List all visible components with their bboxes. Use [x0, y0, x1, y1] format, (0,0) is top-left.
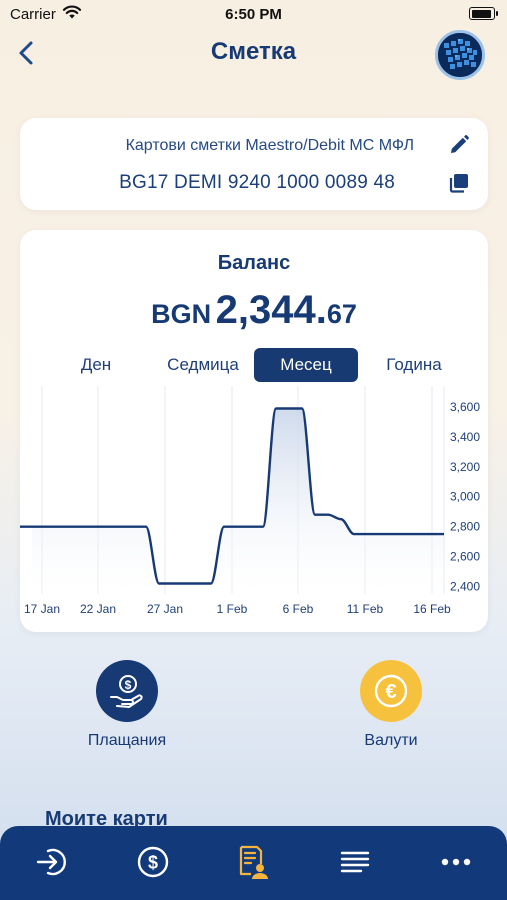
- svg-text:$: $: [125, 678, 132, 692]
- balance-decimal: 67: [326, 299, 357, 329]
- more-dots-icon: [438, 844, 474, 885]
- y-tick-label: 2,600: [450, 550, 480, 564]
- y-tick-label: 3,400: [450, 430, 480, 444]
- x-tick-label: 22 Jan: [80, 602, 116, 616]
- x-tick-label: 16 Feb: [413, 602, 451, 616]
- pencil-icon[interactable]: [448, 134, 470, 156]
- balance-title: Баланс: [217, 252, 291, 274]
- quick-actions: $ Плащания € Валути: [0, 660, 507, 760]
- period-selector: Ден Седмица Месец Година: [20, 348, 488, 382]
- hand-money-icon: $: [96, 660, 158, 722]
- x-tick-label: 17 Jan: [24, 602, 60, 616]
- period-year[interactable]: Година: [372, 348, 456, 382]
- balance-card: Баланс BGN 2,344.67 Ден Седмица Месец Го…: [20, 230, 488, 632]
- currencies-label: Валути: [364, 732, 418, 749]
- tab-accounts[interactable]: [233, 844, 273, 884]
- avatar[interactable]: [435, 30, 485, 80]
- payments-label: Плащания: [87, 732, 167, 749]
- dollar-circle-icon: $: [135, 844, 171, 885]
- x-tick-label: 11 Feb: [347, 602, 384, 616]
- menu-lines-icon: [337, 844, 373, 885]
- balance-chart: 17 Jan 22 Jan 27 Jan 1 Feb 6 Feb 11 Feb 16 Feb…: [20, 386, 488, 626]
- x-tick-label: 6 Feb: [283, 602, 314, 616]
- page-title: Сметка: [210, 38, 297, 65]
- period-day[interactable]: Ден: [64, 348, 128, 382]
- tab-bar: $: [0, 826, 507, 900]
- balance-currency: BGN: [151, 299, 212, 329]
- y-tick-label: 3,600: [450, 400, 480, 414]
- currencies-button[interactable]: € Валути: [321, 660, 461, 750]
- battery-icon: [469, 7, 498, 20]
- login-arrow-icon: [34, 844, 70, 885]
- svg-text:$: $: [148, 852, 158, 872]
- svg-text:€: €: [385, 681, 396, 703]
- account-card: Картови сметки Maestro/Debit MC МФЛ BG17…: [20, 118, 488, 210]
- x-tick-label: 27 Jan: [147, 602, 183, 616]
- period-month[interactable]: Месец: [254, 348, 358, 382]
- balance-amount: BGN 2,344.67: [20, 288, 488, 333]
- tab-login[interactable]: [32, 844, 72, 884]
- period-week[interactable]: Седмица: [156, 348, 250, 382]
- status-bar: Carrier 6:50 PM: [0, 0, 507, 28]
- status-time: 6:50 PM: [225, 6, 282, 23]
- euro-icon: €: [360, 660, 422, 722]
- tab-payments[interactable]: $: [133, 844, 173, 884]
- balance-chart-svg: 17 Jan 22 Jan 27 Jan 1 Feb 6 Feb 11 Feb 16 Feb…: [20, 386, 480, 616]
- tab-menu[interactable]: [335, 844, 375, 884]
- document-user-icon: [235, 844, 271, 885]
- payments-button[interactable]: $ Плащания: [57, 660, 197, 750]
- account-name: Картови сметки Maestro/Debit MC МФЛ: [125, 137, 414, 154]
- y-tick-label: 2,800: [450, 520, 480, 534]
- y-tick-label: 2,400: [450, 580, 480, 594]
- account-iban: BG17 DEMI 9240 1000 0089 48: [119, 172, 395, 193]
- y-tick-label: 3,200: [450, 460, 480, 474]
- x-tick-label: 1 Feb: [217, 602, 248, 616]
- navigation-bar: Сметка: [0, 28, 507, 80]
- balance-integer: 2,344.: [215, 288, 327, 332]
- copy-icon[interactable]: [448, 172, 470, 194]
- y-tick-label: 3,000: [450, 490, 480, 504]
- tab-more[interactable]: [436, 844, 476, 884]
